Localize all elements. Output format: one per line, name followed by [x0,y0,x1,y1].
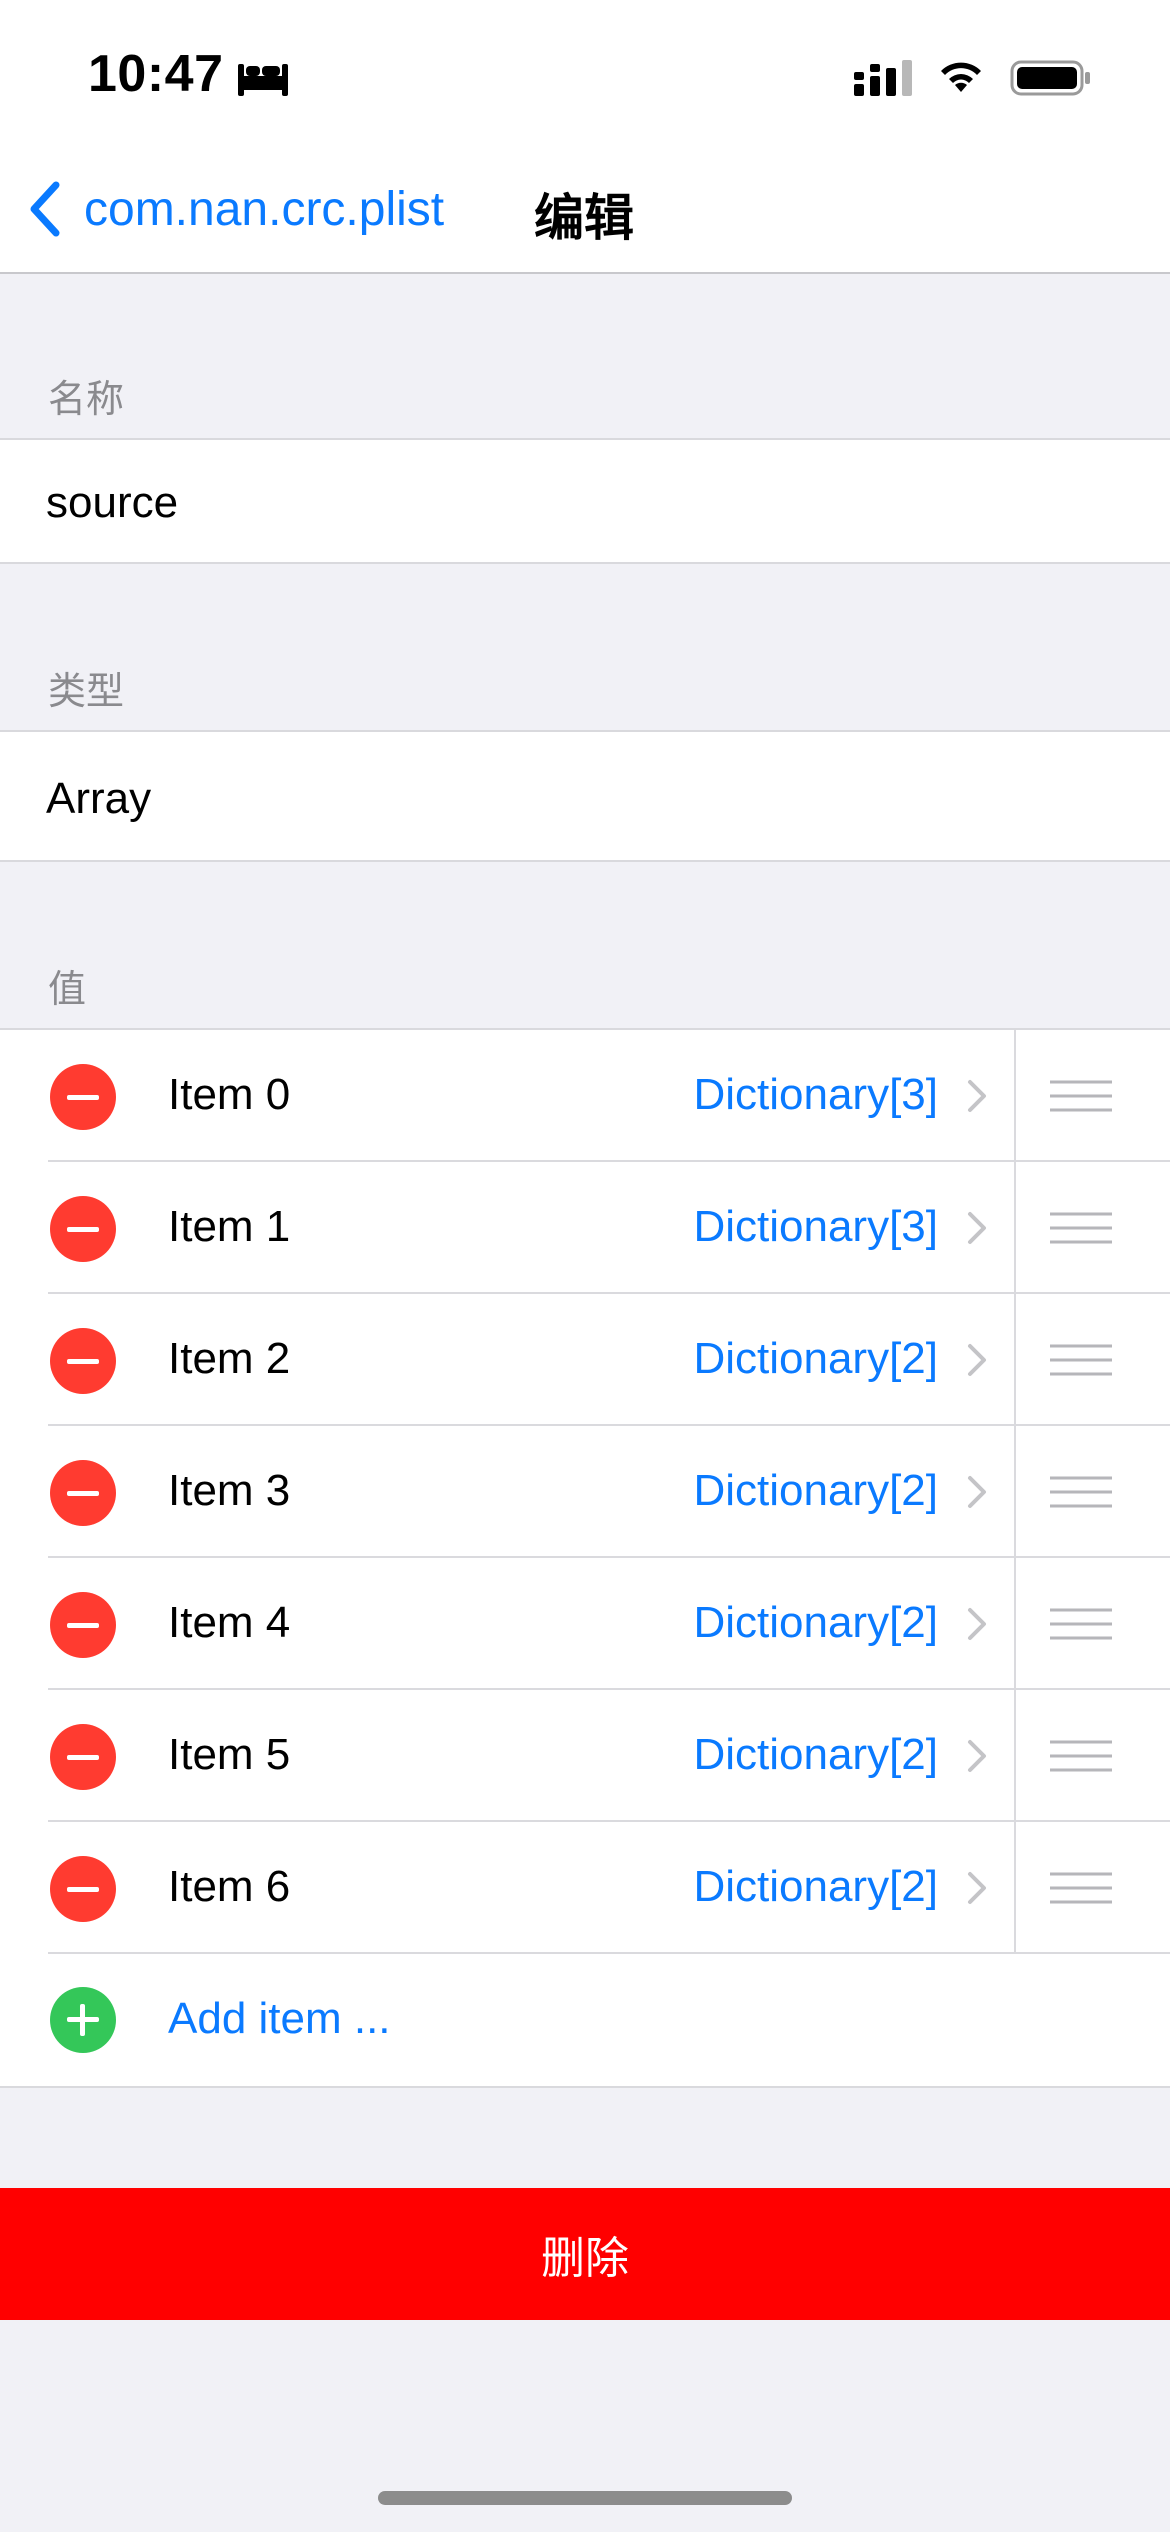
item-label: Item 1 [168,1202,291,1251]
item-label: Item 6 [168,1862,291,1911]
battery-icon [1010,60,1090,96]
value-list: Item 0 Dictionary[3] Item 1 Dictionary[3… [0,1028,1170,2088]
reorder-divider [1014,1162,1016,1294]
remove-item-button[interactable] [50,1856,116,1922]
back-button-label: com.nan.crc.plist [84,182,445,236]
type-field-value: Array [46,774,152,823]
reorder-handle-icon[interactable] [1048,1868,1114,1908]
reorder-handle-icon[interactable] [1048,1208,1114,1248]
item-value: Dictionary[3] [693,1070,938,1119]
name-field-value: source [46,478,179,527]
item-value: Dictionary[2] [693,1466,938,1515]
name-field[interactable]: source [0,438,1170,564]
remove-item-button[interactable] [50,1064,116,1130]
item-label: Item 0 [168,1070,291,1119]
wifi-icon [941,62,981,92]
chevron-left-icon [30,181,60,237]
remove-item-button[interactable] [50,1460,116,1526]
name-section-header: 名称 [48,379,125,421]
list-item[interactable]: Item 4 Dictionary[2] [0,1558,1170,1690]
reorder-handle-icon[interactable] [1048,1604,1114,1644]
reorder-handle-icon[interactable] [1048,1076,1114,1116]
list-item[interactable]: Item 3 Dictionary[2] [0,1426,1170,1558]
chevron-right-icon [968,1212,986,1244]
reorder-divider [1014,1558,1016,1690]
reorder-divider [1014,1426,1016,1558]
reorder-handle-icon[interactable] [1048,1472,1114,1512]
home-indicator [378,2491,792,2505]
add-item-label[interactable]: Add item ... [168,1994,391,2044]
item-value: Dictionary[2] [693,1598,938,1647]
reorder-divider [1014,1690,1016,1822]
list-item[interactable]: Item 5 Dictionary[2] [0,1690,1170,1822]
chevron-right-icon [968,1476,986,1508]
item-value: Dictionary[3] [693,1202,938,1251]
item-value: Dictionary[2] [693,1334,938,1383]
page-title: 编辑 [534,190,634,246]
bed-icon [238,64,288,96]
reorder-handle-icon[interactable] [1048,1736,1114,1776]
status-time: 10:47 [88,45,224,103]
item-value: Dictionary[2] [693,1862,938,1911]
back-button[interactable]: com.nan.crc.plist [24,174,444,244]
chevron-right-icon [968,1608,986,1640]
value-section-header: 值 [48,969,87,1011]
item-label: Item 2 [168,1334,291,1383]
item-label: Item 4 [168,1598,291,1647]
navigation-bar: com.nan.crc.plist 编辑 [0,150,1170,274]
list-item[interactable]: Item 1 Dictionary[3] [0,1162,1170,1294]
reorder-divider [1014,1822,1016,1954]
item-label: Item 3 [168,1466,291,1515]
remove-item-button[interactable] [50,1328,116,1394]
reorder-divider [1014,1030,1016,1162]
chevron-right-icon [968,1872,986,1904]
item-label: Item 5 [168,1730,291,1779]
chevron-right-icon [968,1080,986,1112]
type-field[interactable]: Array [0,730,1170,862]
chevron-right-icon [968,1740,986,1772]
status-bar: 10:47 [0,0,1170,150]
list-item[interactable]: Item 6 Dictionary[2] [0,1822,1170,1954]
add-item-plus-icon[interactable] [50,1987,116,2053]
remove-item-button[interactable] [50,1724,116,1790]
signal-icon [854,60,912,96]
remove-item-button[interactable] [50,1592,116,1658]
add-item-row[interactable]: Add item ... [0,1954,1170,2086]
delete-button[interactable]: 删除 [0,2188,1170,2320]
chevron-right-icon [968,1344,986,1376]
list-item[interactable]: Item 2 Dictionary[2] [0,1294,1170,1426]
reorder-handle-icon[interactable] [1048,1340,1114,1380]
reorder-divider [1014,1294,1016,1426]
list-item[interactable]: Item 0 Dictionary[3] [0,1030,1170,1162]
item-value: Dictionary[2] [693,1730,938,1779]
type-section-header: 类型 [48,671,125,713]
remove-item-button[interactable] [50,1196,116,1262]
